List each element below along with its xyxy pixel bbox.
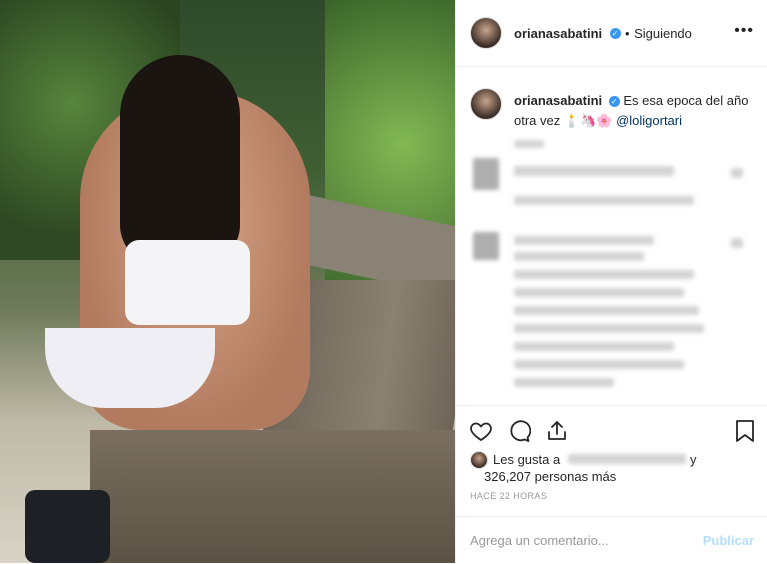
blurred-liker-name [568,454,686,464]
blurred-comment [514,166,674,176]
photo-bottom [45,328,215,408]
likes-prefix: Les gusta a [493,452,561,467]
blurred-comment [514,288,684,297]
header-username[interactable]: orianasabatini [514,26,602,41]
blurred-comment [514,270,694,279]
verified-icon: ✓ [609,28,621,40]
bookmark-icon[interactable] [732,418,758,444]
photo-top [125,240,250,325]
blurred-comment [514,378,614,387]
instagram-post: orianasabatini ✓ • Siguiendo ••• orianas… [0,0,767,563]
post-timestamp[interactable]: HACE 22 HORAS [470,491,547,501]
caption-emoji: 🕯️🦄🌸 [563,113,613,128]
following-button[interactable]: Siguiendo [634,26,692,41]
header-user-row: orianasabatini ✓ • Siguiendo [514,25,692,43]
share-icon[interactable] [544,418,570,444]
blurred-comment [514,252,644,261]
publish-button[interactable]: Publicar [703,533,754,548]
photo-hair [120,55,240,265]
verified-icon: ✓ [608,96,620,108]
comment-input[interactable]: Agrega un comentario... [470,533,609,548]
caption-username[interactable]: orianasabatini [514,93,602,108]
blurred-comment [514,324,704,333]
blurred-comment [514,196,694,205]
photo-bench [90,430,455,563]
more-options-icon[interactable]: ••• [734,22,754,40]
comment-box: Agrega un comentario... Publicar [456,516,767,564]
post-sidebar: orianasabatini ✓ • Siguiendo ••• orianas… [455,0,767,563]
blurred-heart [731,168,743,178]
blurred-comment [514,236,654,245]
avatar[interactable] [470,17,502,49]
blurred-avatar [473,158,499,190]
header-separator: • [625,26,630,41]
post-photo[interactable] [0,0,455,563]
caption-avatar[interactable] [470,88,502,120]
blurred-comment [514,342,674,351]
action-bar [456,405,767,456]
blurred-avatar [473,232,499,260]
heart-icon[interactable] [468,418,494,444]
caption-text-block: orianasabatini ✓ Es esa epoca del año ot… [514,91,754,131]
blurred-comment [514,306,699,315]
blurred-heart [731,238,743,248]
blurred-comment [514,360,684,369]
comment-icon[interactable] [506,418,532,444]
likes-joiner: y [690,452,697,467]
post-header: orianasabatini ✓ • Siguiendo ••• [456,0,767,67]
likes-count[interactable]: 326,207 personas más [484,469,616,484]
liker-avatar[interactable] [470,451,488,469]
photo-boot [25,490,110,563]
blurred-comment [514,140,544,148]
caption-mention[interactable]: @loligortari [616,113,682,128]
